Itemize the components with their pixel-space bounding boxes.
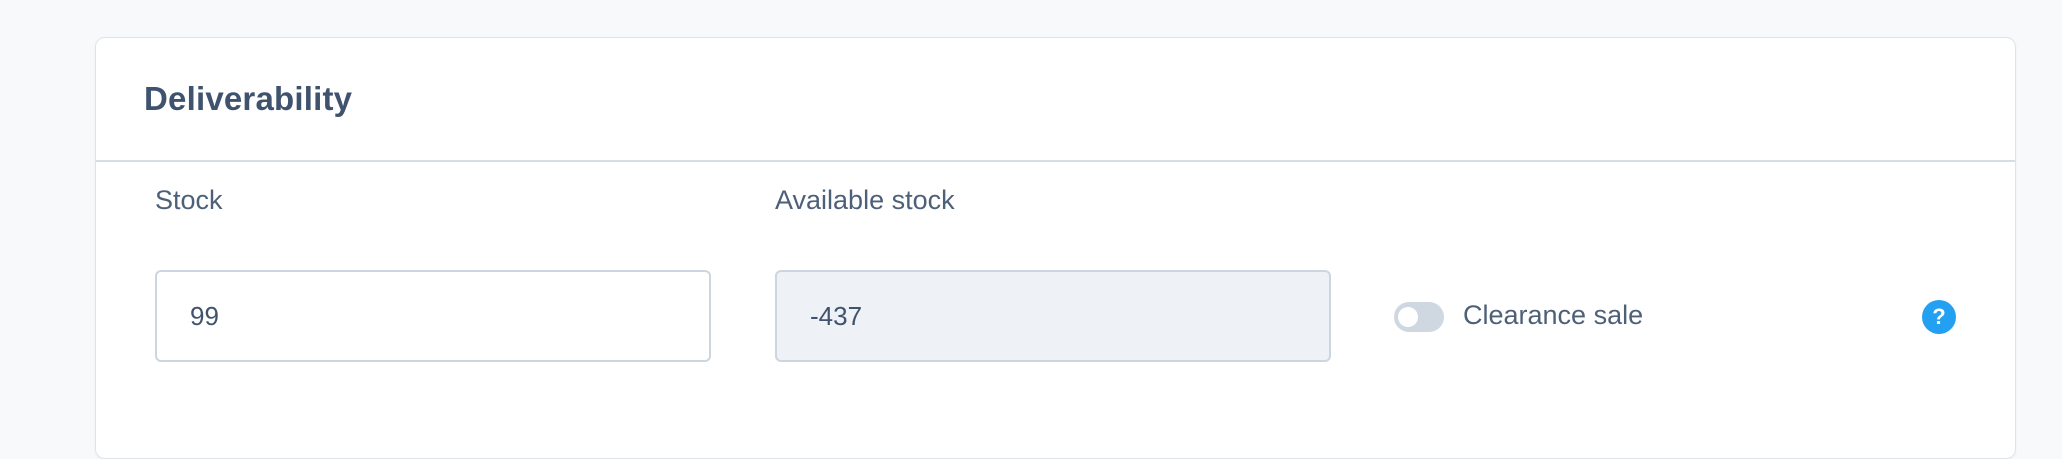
clearance-sale-label[interactable]: Clearance sale <box>1463 300 1643 331</box>
stock-input[interactable]: 99 <box>155 270 711 362</box>
available-stock-label: Available stock <box>775 185 955 215</box>
card-title: Deliverability <box>144 80 353 117</box>
available-stock-input: -437 <box>775 270 1331 362</box>
stock-label: Stock <box>155 185 223 215</box>
deliverability-card: Deliverability <box>95 37 2016 459</box>
card-header: Deliverability <box>96 38 2015 162</box>
question-circle-icon[interactable]: ? <box>1922 300 1956 334</box>
toggle-knob <box>1398 307 1418 327</box>
clearance-sale-toggle[interactable] <box>1394 302 1444 332</box>
